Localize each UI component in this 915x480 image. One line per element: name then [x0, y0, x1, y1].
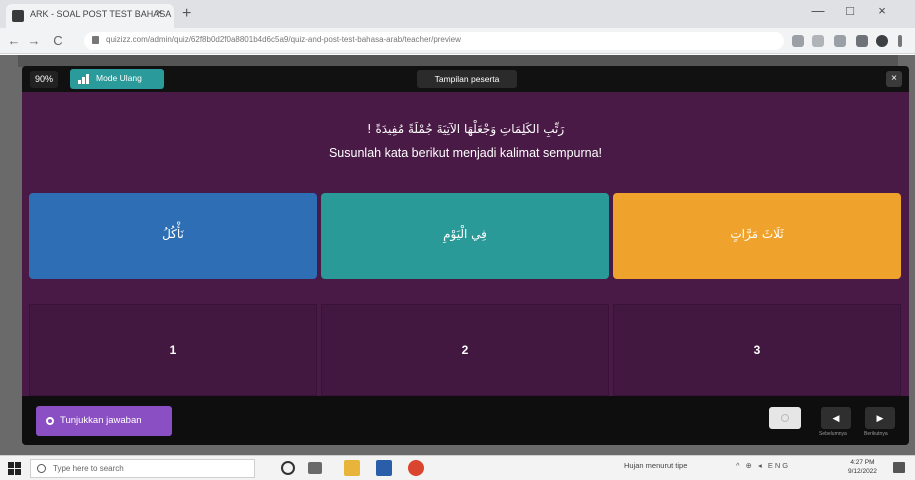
answer-card[interactable]: نَأْكُلُ	[29, 193, 317, 279]
reload-button[interactable]: C	[50, 33, 66, 48]
maximize-button[interactable]: □	[840, 3, 860, 18]
slot-number: 2	[461, 343, 469, 357]
question-indonesian: Susunlah kata berikut menjadi kalimat se…	[328, 146, 603, 160]
weather-widget[interactable]: Hujan menurut tipe	[624, 461, 687, 470]
search-icon	[37, 464, 46, 473]
toggle-button[interactable]	[769, 407, 801, 429]
answer-card-text: فِي الْيَوْمِ	[443, 227, 487, 241]
taskbar-clock[interactable]: 4:27 PM 9/12/2022	[848, 458, 877, 476]
drop-slot[interactable]: 2	[321, 304, 609, 396]
slot-number: 1	[169, 343, 177, 357]
drop-slot[interactable]: 3	[613, 304, 901, 396]
chrome-icon[interactable]	[408, 460, 424, 476]
window-close-button[interactable]: ×	[872, 3, 892, 18]
eye-icon	[46, 417, 54, 425]
search-placeholder: Type here to search	[53, 464, 124, 473]
task-view-icon[interactable]	[308, 462, 322, 474]
word-icon[interactable]	[376, 460, 392, 476]
star-icon[interactable]	[834, 35, 846, 47]
extensions-puzzle-icon[interactable]	[856, 35, 868, 47]
menu-dots-icon[interactable]	[898, 35, 902, 47]
address-bar-row: ← → C quizizz.com/admin/quiz/62f8b0d2f0a…	[0, 28, 915, 54]
toggle-dot-icon	[781, 414, 789, 422]
url-input[interactable]: quizizz.com/admin/quiz/62f8b0d2f0a8801b4…	[84, 32, 784, 50]
slot-number: 3	[753, 343, 761, 357]
browser-tab[interactable]: ARK - SOAL POST TEST BAHASA ×	[6, 4, 174, 28]
minimize-button[interactable]: —	[808, 3, 828, 18]
tab-favicon-icon	[12, 10, 24, 22]
forward-button[interactable]: →	[26, 33, 42, 48]
show-answer-label: Tunjukkan jawaban	[60, 415, 142, 426]
tab-close-icon[interactable]: ×	[156, 7, 162, 19]
url-text: quizizz.com/admin/quiz/62f8b0d2f0a8801b4…	[106, 35, 461, 44]
extension-icon[interactable]	[812, 35, 824, 47]
zoom-level[interactable]: 90%	[30, 71, 59, 88]
previous-button[interactable]: ◀	[821, 407, 851, 429]
answer-card-text: نَأْكُلُ	[162, 227, 184, 241]
modal-footer: Tunjukkan jawaban ◀ Sebelumnya ▶ Berikut…	[22, 396, 909, 445]
participant-view-button[interactable]: Tampilan peserta	[417, 70, 517, 88]
tab-title: ARK - SOAL POST TEST BAHASA	[30, 9, 172, 19]
drop-slot[interactable]: 1	[29, 304, 317, 396]
extension-icon[interactable]	[792, 35, 804, 47]
next-caption: Berikutnya	[864, 431, 888, 437]
previous-caption: Sebelumnya	[819, 431, 847, 437]
modal-header: 90% Mode Ulang Tampilan peserta ×	[22, 66, 909, 92]
chart-icon	[78, 74, 89, 84]
lock-icon	[92, 36, 99, 44]
system-tray-icons[interactable]: ^ ⊕ ◂ ENG	[736, 461, 790, 470]
cortana-icon[interactable]	[281, 461, 295, 475]
windows-start-icon[interactable]	[8, 462, 21, 475]
answer-card[interactable]: فِي الْيَوْمِ	[321, 193, 609, 279]
clock-time: 4:27 PM	[850, 459, 875, 466]
notification-icon[interactable]	[893, 462, 905, 473]
browser-tab-bar: ARK - SOAL POST TEST BAHASA × + — □ ×	[0, 0, 915, 28]
file-explorer-icon[interactable]	[344, 460, 360, 476]
new-tab-button[interactable]: +	[182, 5, 191, 23]
profile-avatar-icon[interactable]	[876, 35, 888, 47]
taskbar-search-input[interactable]: Type here to search	[30, 459, 255, 478]
clock-date: 9/12/2022	[848, 468, 877, 475]
question-arabic: رَتِّبِ الكَلِمَاتِ وَجْعَلْهَا الآتِيَة…	[366, 122, 565, 136]
answer-card-text: ثَلَاثَ مَرَّاتٍ	[730, 227, 784, 241]
back-button[interactable]: ←	[6, 33, 22, 48]
next-button[interactable]: ▶	[865, 407, 895, 429]
show-answer-button[interactable]: Tunjukkan jawaban	[36, 406, 172, 436]
quiz-preview-modal: 90% Mode Ulang Tampilan peserta × رَتِّب…	[22, 66, 909, 445]
windows-taskbar: Type here to search Hujan menurut tipe ^…	[0, 455, 915, 480]
modal-close-button[interactable]: ×	[886, 71, 902, 87]
mode-button[interactable]: Mode Ulang	[70, 69, 164, 89]
answer-card[interactable]: ثَلَاثَ مَرَّاتٍ	[613, 193, 901, 279]
mode-label: Mode Ulang	[96, 73, 142, 83]
